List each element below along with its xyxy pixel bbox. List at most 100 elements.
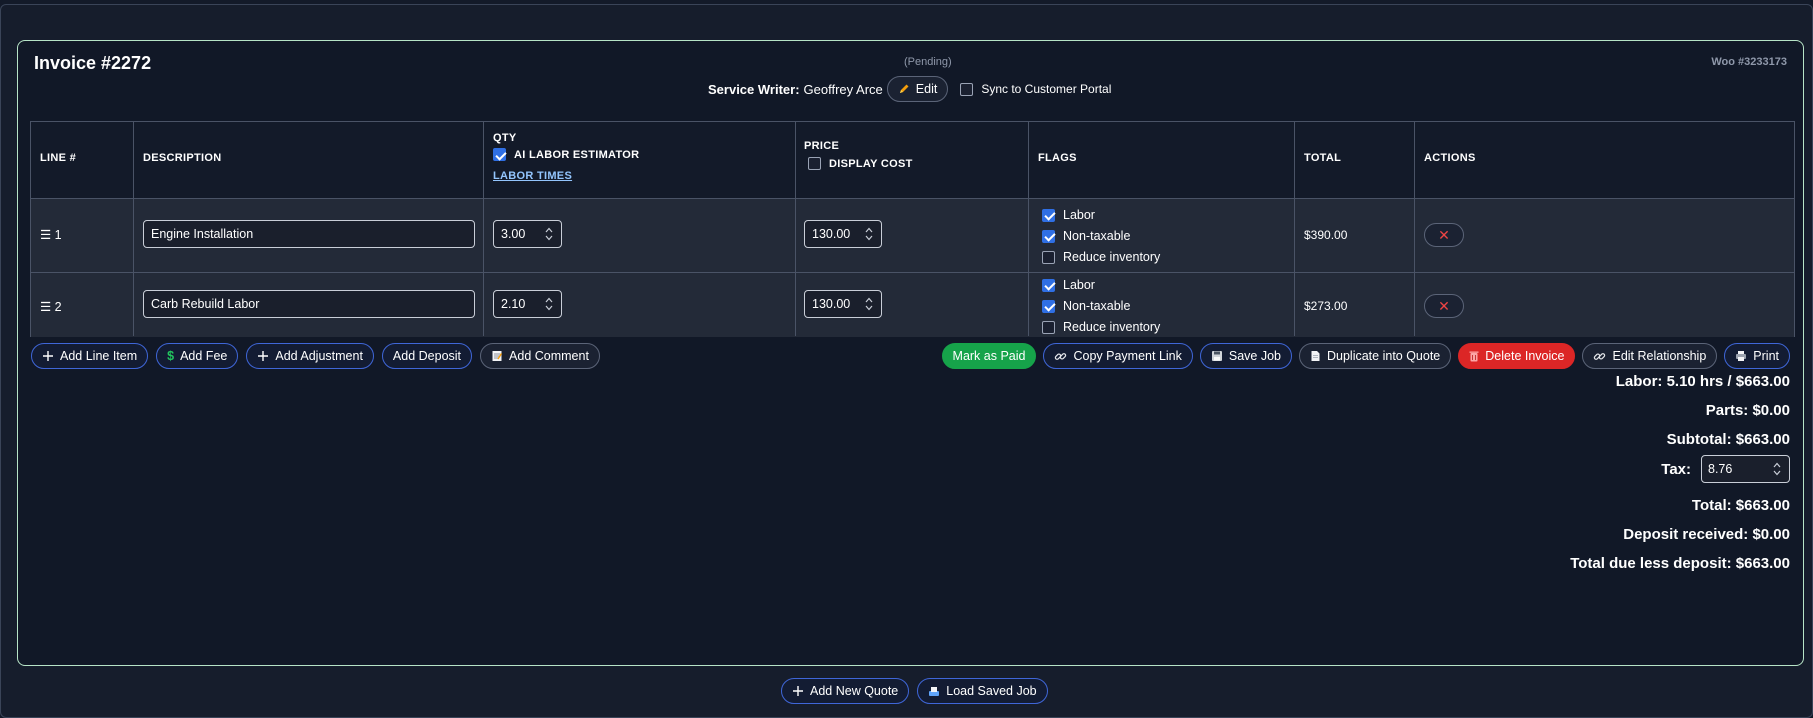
total-summary: Total: $663.00 [1691,497,1790,514]
flag-nontaxable-label: Non-taxable [1063,229,1131,243]
row-line-number[interactable]: ☰ 1 [40,227,62,242]
flag-reduce-label: Reduce inventory [1063,250,1161,264]
qty-input[interactable]: 3.00 [493,220,562,248]
delete-invoice-button[interactable]: Delete Invoice [1458,343,1576,369]
print-button[interactable]: Print [1724,343,1790,369]
close-icon: ✕ [1438,297,1450,314]
add-fee-label: Add Fee [180,349,228,363]
parts-summary: Parts: $0.00 [1705,402,1790,419]
reduce-inventory-checkbox[interactable] [1042,320,1055,334]
row-line-number[interactable]: ☰ 2 [40,299,62,314]
price-value: 130.00 [812,297,851,311]
sync-portal-checkbox[interactable] [960,82,974,96]
subtotal-summary: Subtotal: $663.00 [1666,431,1790,448]
description-input[interactable]: Carb Rebuild Labor [143,290,475,318]
save-job-button[interactable]: Save Job [1199,343,1292,369]
add-new-quote-button[interactable]: Add New Quote [781,678,910,704]
add-line-item-button[interactable]: Add Line Item [31,343,149,369]
floppy-icon [1211,351,1222,361]
ai-estimator-toggle[interactable]: AI LABOR ESTIMATOR [493,148,639,161]
flag-nontaxable-label: Non-taxable [1063,299,1131,313]
load-saved-job-button[interactable]: Load Saved Job [917,678,1048,704]
delete-row-button[interactable]: ✕ [1424,294,1464,318]
spinner-icon[interactable] [865,226,873,242]
ai-estimator-checkbox[interactable] [493,148,506,161]
add-fee-button[interactable]: $ Add Fee [156,343,239,369]
print-label: Print [1753,349,1779,363]
add-comment-button[interactable]: Add Comment [480,343,600,369]
spinner-icon[interactable] [1773,461,1781,477]
quote-actions: Add New Quote Load Saved Job [781,678,1048,704]
qty-input[interactable]: 2.10 [493,290,562,318]
row-total: $273.00 [1304,299,1348,313]
link-icon [1594,352,1606,360]
add-adjustment-label: Add Adjustment [275,349,363,363]
flag-labor[interactable]: Labor [1042,278,1095,292]
header-actions: ACTIONS [1424,152,1476,164]
copy-payment-link-label: Copy Payment Link [1073,349,1182,363]
price-input[interactable]: 130.00 [804,290,882,318]
deposit-summary: Deposit received: $0.00 [1623,526,1790,543]
add-adjustment-button[interactable]: Add Adjustment [246,343,374,369]
edit-relationship-button[interactable]: Edit Relationship [1582,343,1718,369]
link-icon [1055,352,1067,360]
load-saved-job-label: Load Saved Job [946,684,1037,698]
invoice-actions-toolbar: Mark as Paid Copy Payment Link Save Job … [941,343,1790,369]
labor-checkbox[interactable] [1042,278,1055,292]
nontaxable-checkbox[interactable] [1042,299,1055,313]
page-icon [1311,351,1320,361]
delete-invoice-label: Delete Invoice [1485,349,1565,363]
spinner-icon[interactable] [545,226,553,242]
plus-icon [793,686,803,696]
add-new-quote-label: Add New Quote [810,684,899,698]
woo-reference: Woo #3233173 [1711,56,1787,68]
header-description: DESCRIPTION [143,152,222,164]
reduce-inventory-checkbox[interactable] [1042,250,1055,264]
flag-labor-label: Labor [1063,208,1095,222]
nontaxable-checkbox[interactable] [1042,229,1055,243]
add-deposit-button[interactable]: Add Deposit [381,343,473,369]
invoice-status: (Pending) [904,56,952,68]
copy-payment-link-button[interactable]: Copy Payment Link [1043,343,1193,369]
tray-icon [929,687,940,696]
dollar-icon: $ [167,349,175,363]
tax-row: Tax: 8.76 [1661,455,1790,483]
sync-portal-label: Sync to Customer Portal [981,82,1112,96]
tax-label: Tax: [1661,460,1691,478]
service-writer-row: Service Writer: Geoffrey Arce Edit Sync … [708,75,1111,103]
sync-portal-toggle[interactable]: Sync to Customer Portal [960,82,1111,96]
tax-input[interactable]: 8.76 [1701,455,1790,483]
spinner-icon[interactable] [545,296,553,312]
flag-reduce-inventory[interactable]: Reduce inventory [1042,320,1160,334]
printer-icon [1736,351,1747,361]
edit-relationship-label: Edit Relationship [1612,349,1707,363]
flag-reduce-label: Reduce inventory [1063,320,1161,334]
service-writer-name: Geoffrey Arce [803,81,883,97]
trash-icon [1469,351,1479,362]
header-flags: FLAGS [1038,152,1077,164]
flag-reduce-inventory[interactable]: Reduce inventory [1042,250,1160,264]
description-input[interactable]: Engine Installation [143,220,475,248]
display-cost-checkbox[interactable] [808,157,821,170]
duplicate-into-quote-button[interactable]: Duplicate into Quote [1299,343,1452,369]
line-items-table: LINE # DESCRIPTION QTY AI LABOR ESTIMATO… [30,121,1795,337]
flag-nontaxable[interactable]: Non-taxable [1042,229,1130,243]
labor-checkbox[interactable] [1042,208,1055,222]
mark-as-paid-button[interactable]: Mark as Paid [941,343,1037,369]
delete-row-button[interactable]: ✕ [1424,223,1464,247]
spinner-icon[interactable] [865,296,873,312]
flag-labor[interactable]: Labor [1042,208,1095,222]
edit-label: Edit [915,82,938,96]
price-input[interactable]: 130.00 [804,220,882,248]
service-writer-label: Service Writer: [708,81,800,97]
memo-icon [492,351,503,361]
labor-times-link[interactable]: LABOR TIMES [493,170,572,182]
price-value: 130.00 [812,227,851,241]
edit-writer-button[interactable]: Edit [886,76,949,102]
flag-nontaxable[interactable]: Non-taxable [1042,299,1130,313]
display-cost-toggle[interactable]: DISPLAY COST [808,157,913,170]
qty-value: 2.10 [501,297,526,311]
pencil-icon [899,84,909,93]
invoice-card: Invoice #2272 (Pending) Woo #3233173 Ser… [17,40,1804,666]
header-line: LINE # [40,152,77,164]
